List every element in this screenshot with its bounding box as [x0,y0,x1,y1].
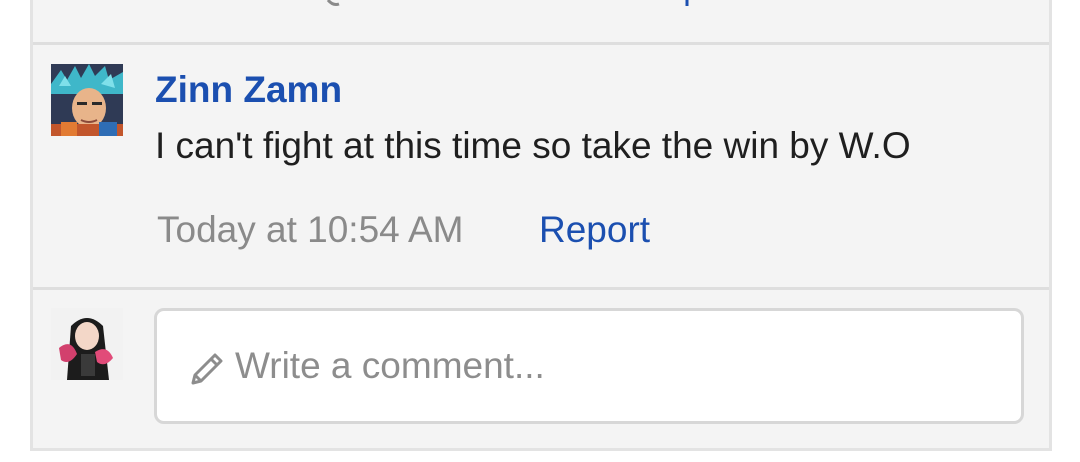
previous-comment-fragment [33,0,1049,42]
avatar[interactable] [51,64,123,136]
comment-composer[interactable] [154,308,1024,424]
report-link[interactable]: Report [539,208,650,252]
previous-comment-text-fragment [326,0,689,6]
comments-panel: Zinn Zamn I can't fight at this time so … [30,0,1052,451]
comment-input[interactable] [235,341,995,391]
comment-timestamp: Today at 10:54 AM [157,209,464,250]
comment-text: I can't fight at this time so take the w… [155,125,911,166]
comment-author-name[interactable]: Zinn Zamn [155,68,342,112]
divider [33,42,1049,45]
current-user-avatar[interactable] [51,308,123,380]
divider [33,287,1049,290]
pencil-icon [191,353,223,385]
